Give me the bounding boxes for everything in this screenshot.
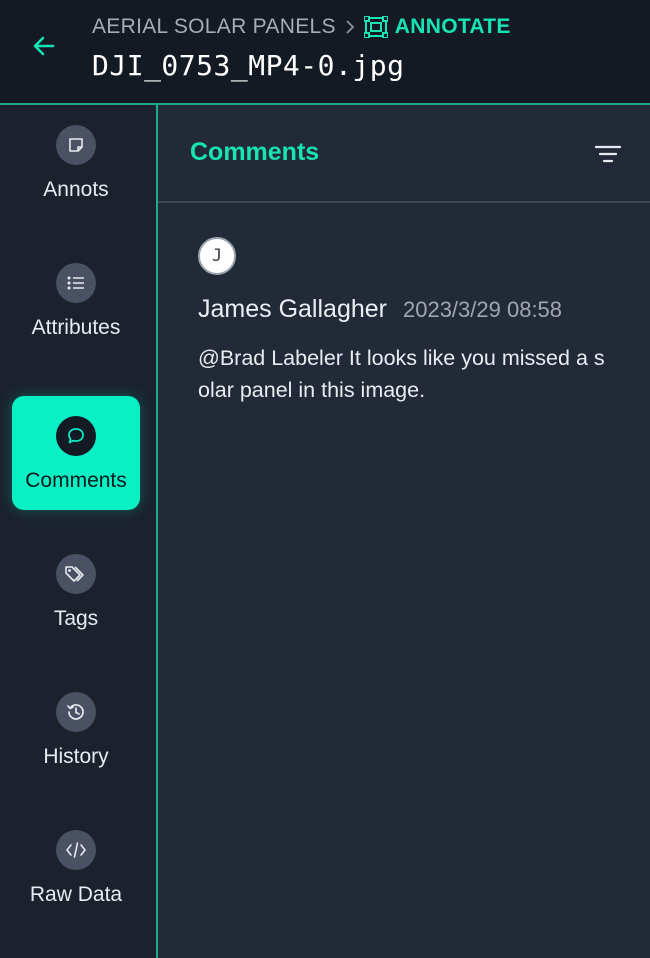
comment-icon: [56, 416, 96, 456]
comment-item: J James Gallagher 2023/3/29 08:58 @Brad …: [198, 237, 618, 406]
sidebar-item-comments[interactable]: Comments: [12, 396, 140, 510]
filter-button[interactable]: [592, 141, 624, 167]
note-icon: [56, 125, 96, 165]
sidebar-item-label: Comments: [25, 469, 127, 492]
sidebar-item-attributes[interactable]: Attributes: [12, 243, 140, 357]
sidebar-item-tags[interactable]: Tags: [12, 534, 140, 648]
comment-author: James Gallagher: [198, 295, 387, 323]
list-icon: [56, 263, 96, 303]
comment-body: @Brad Labeler It looks like you missed a…: [198, 346, 605, 402]
back-arrow-icon: [33, 36, 55, 56]
chevron-right-icon: [344, 19, 356, 35]
panel-title: Comments: [190, 138, 320, 166]
sidebar: Annots Attributes Comments Tags History …: [0, 105, 158, 958]
sidebar-item-label: Attributes: [31, 316, 121, 339]
back-button[interactable]: [28, 30, 60, 62]
breadcrumb: AERIAL SOLAR PANELS ANNOTATE: [92, 14, 511, 40]
breadcrumb-project[interactable]: AERIAL SOLAR PANELS: [92, 15, 336, 39]
comment-timestamp: 2023/3/29 08:58: [402, 297, 563, 322]
sidebar-item-annots[interactable]: Annots: [12, 105, 140, 219]
code-icon: [56, 830, 96, 870]
sidebar-item-label: Raw Data: [29, 883, 123, 906]
panel-header: Comments: [158, 105, 650, 203]
annotate-icon: [363, 16, 388, 38]
sidebar-item-history[interactable]: History: [12, 672, 140, 786]
sidebar-item-label: Annots: [43, 178, 109, 201]
breadcrumb-current: ANNOTATE: [363, 15, 511, 39]
breadcrumb-current-label: ANNOTATE: [394, 15, 511, 38]
tags-icon: [56, 554, 96, 594]
comment-meta: James Gallagher 2023/3/29 08:58: [198, 295, 618, 324]
file-title: DJI_0753_MP4-0.jpg: [92, 49, 405, 82]
filter-icon: [594, 145, 622, 163]
avatar[interactable]: J: [198, 237, 236, 275]
history-icon: [56, 692, 96, 732]
sidebar-item-label: Tags: [53, 607, 99, 630]
top-header: AERIAL SOLAR PANELS ANNOTATE DJI_0753_MP…: [0, 0, 650, 105]
sidebar-item-label: History: [43, 745, 109, 768]
sidebar-item-raw-data[interactable]: Raw Data: [12, 810, 140, 924]
comments-panel: Comments J James Gallagher 2023/3/29 08:…: [158, 105, 650, 958]
